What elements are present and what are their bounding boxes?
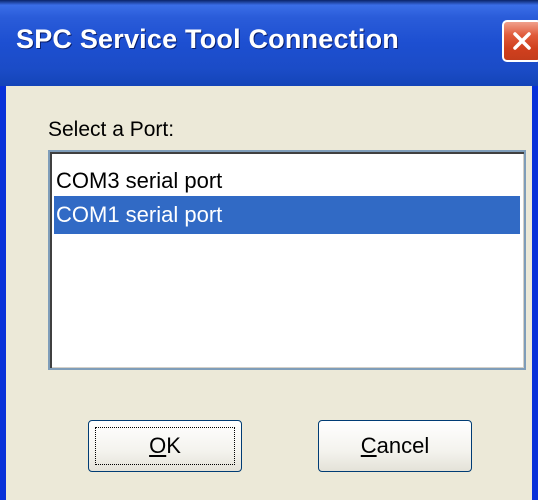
select-port-label: Select a Port: [48,118,175,141]
list-item-com3[interactable]: COM3 serial port [54,162,520,200]
dialog-window: SPC Service Tool Connection Select a Por… [0,0,538,500]
ok-button[interactable]: OK [88,420,242,472]
ok-label-rest: K [166,433,181,458]
cancel-button[interactable]: Cancel [318,420,472,472]
close-icon [511,30,533,52]
port-listbox[interactable]: COM3 serial port COM1 serial port [48,150,526,370]
cancel-button-label: Cancel [361,433,429,459]
ok-button-label: OK [149,433,181,459]
title-bar[interactable]: SPC Service Tool Connection [0,0,538,86]
list-item-com1[interactable]: COM1 serial port [54,196,520,234]
cancel-label-rest: ancel [376,433,430,458]
ok-mnemonic: O [149,433,167,458]
cancel-mnemonic: C [360,433,377,458]
window-title: SPC Service Tool Connection [16,24,399,54]
close-button[interactable] [502,20,538,62]
